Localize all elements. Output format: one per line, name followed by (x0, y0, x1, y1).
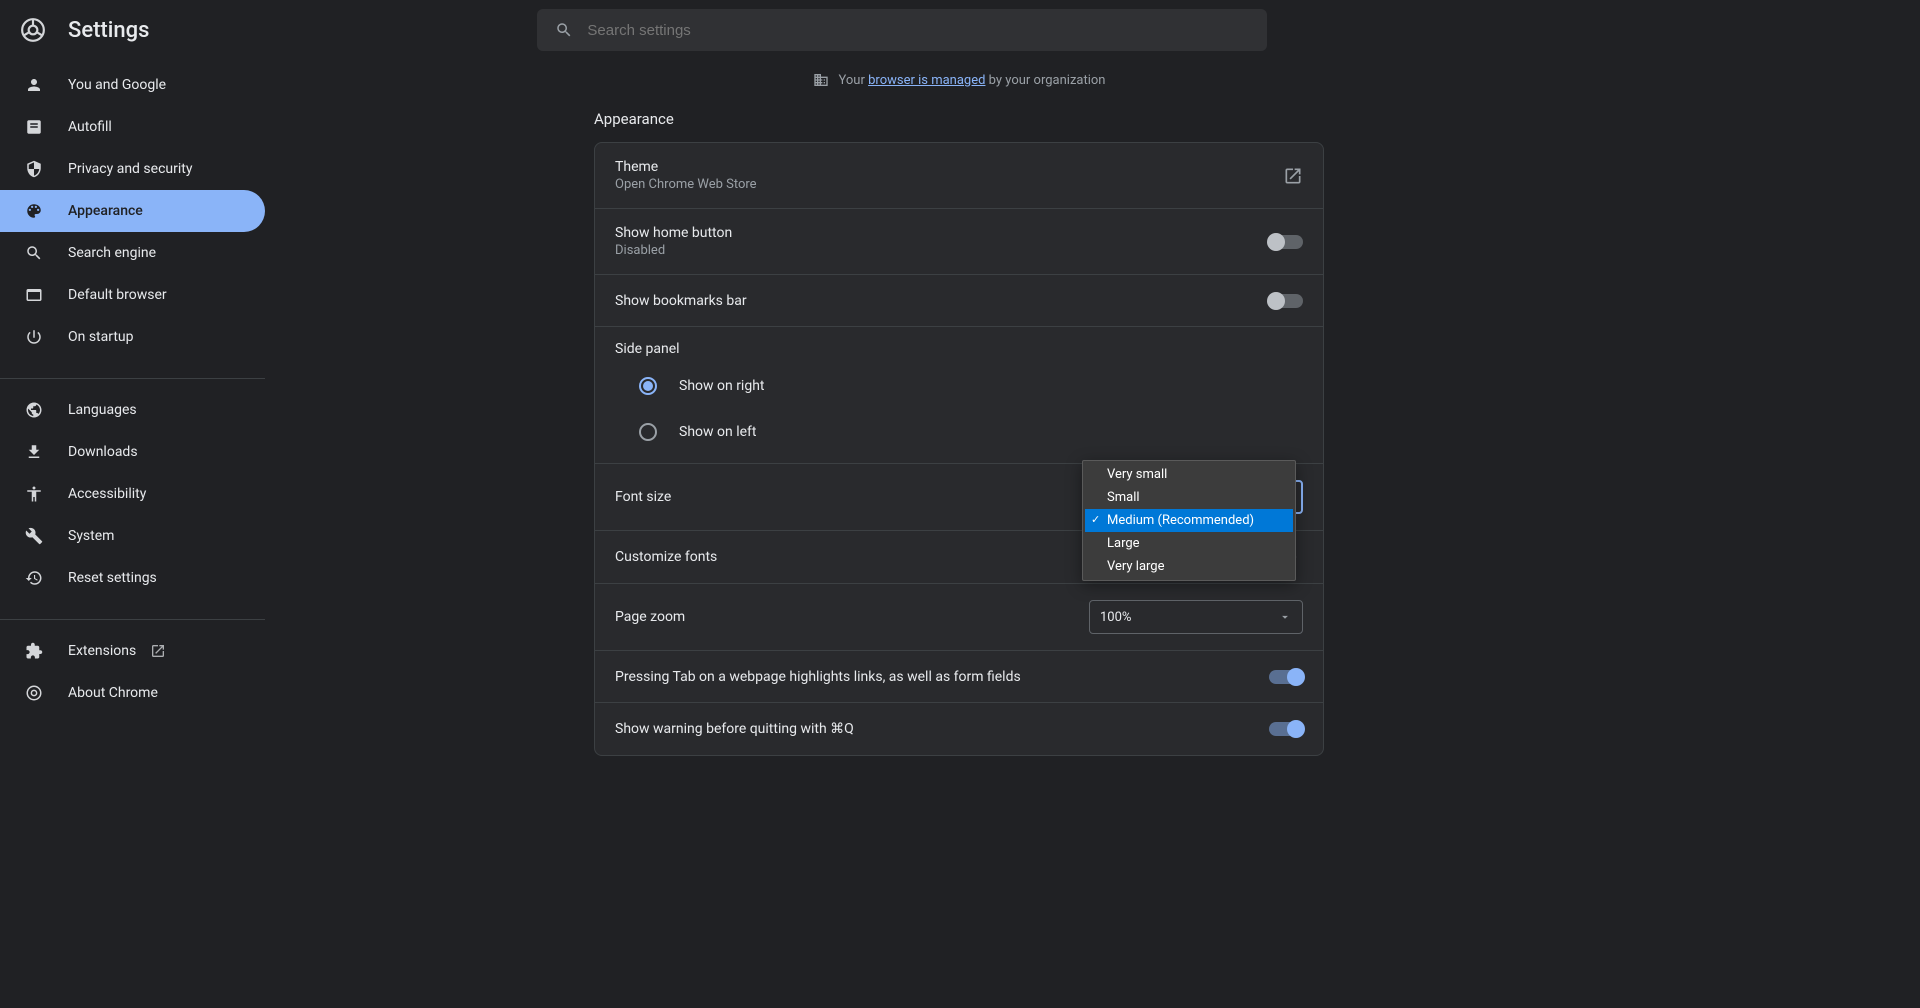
quit-warning-toggle[interactable] (1269, 722, 1303, 736)
sidebar-item-label: Appearance (68, 203, 143, 219)
chevron-down-icon (1278, 610, 1292, 624)
shield-icon (24, 159, 44, 179)
sidebar-item-on-startup[interactable]: On startup (0, 316, 265, 358)
row-title: Page zoom (615, 609, 685, 625)
wrench-icon (24, 526, 44, 546)
sidebar-item-label: You and Google (68, 77, 166, 93)
managed-banner: Your browser is managed by your organiza… (594, 60, 1324, 100)
row-title: Show home button (615, 225, 732, 241)
page-title: Settings (68, 18, 149, 43)
sidebar-item-downloads[interactable]: Downloads (0, 431, 265, 473)
sidebar-item-label: System (68, 528, 114, 544)
download-icon (24, 442, 44, 462)
dropdown-option[interactable]: Medium (Recommended) (1085, 509, 1293, 532)
dropdown-option[interactable]: Very large (1085, 555, 1293, 578)
dropdown-option[interactable]: Small (1085, 486, 1293, 509)
sidebar-item-label: Default browser (68, 287, 167, 303)
sidebar: You and Google Autofill Privacy and secu… (0, 60, 265, 724)
extension-icon (24, 641, 44, 661)
page-zoom-row: Page zoom 100% (595, 584, 1323, 651)
person-icon (24, 75, 44, 95)
dropdown-option[interactable]: Large (1085, 532, 1293, 555)
sidebar-item-label: Reset settings (68, 570, 157, 586)
radio-label: Show on right (679, 378, 765, 394)
sidebar-item-search-engine[interactable]: Search engine (0, 232, 265, 274)
globe-icon (24, 400, 44, 420)
row-title: Pressing Tab on a webpage highlights lin… (615, 669, 1021, 685)
home-button-row: Show home button Disabled (595, 209, 1323, 275)
radio-show-right[interactable]: Show on right (615, 363, 1303, 409)
restore-icon (24, 568, 44, 588)
sidebar-item-privacy[interactable]: Privacy and security (0, 148, 265, 190)
bookmarks-toggle[interactable] (1269, 294, 1303, 308)
theme-row[interactable]: Theme Open Chrome Web Store (595, 143, 1323, 209)
search-input[interactable] (587, 22, 1249, 39)
search-icon (24, 243, 44, 263)
sidebar-item-label: On startup (68, 329, 134, 345)
sidebar-item-label: Downloads (68, 444, 138, 460)
managed-link[interactable]: browser is managed (868, 73, 985, 88)
row-title: Theme (615, 159, 757, 175)
chrome-icon (20, 17, 46, 43)
search-icon (555, 21, 573, 39)
section-title: Appearance (594, 110, 1324, 128)
sidebar-item-about[interactable]: About Chrome (0, 672, 265, 714)
sidebar-item-extensions[interactable]: Extensions (0, 630, 265, 672)
divider (0, 619, 265, 620)
open-icon (1283, 166, 1303, 186)
sidebar-item-default-browser[interactable]: Default browser (0, 274, 265, 316)
sidebar-item-label: About Chrome (68, 685, 158, 701)
sidebar-item-autofill[interactable]: Autofill (0, 106, 265, 148)
radio-label: Show on left (679, 424, 756, 440)
radio-icon (639, 377, 657, 395)
page-zoom-select[interactable]: 100% (1089, 600, 1303, 634)
row-title: Show warning before quitting with ⌘Q (615, 721, 854, 737)
home-toggle[interactable] (1269, 235, 1303, 249)
main-content: Your browser is managed by your organiza… (594, 60, 1324, 756)
sidebar-item-languages[interactable]: Languages (0, 389, 265, 431)
banner-text: Your browser is managed by your organiza… (839, 73, 1106, 88)
browser-icon (24, 285, 44, 305)
bookmarks-row: Show bookmarks bar (595, 275, 1323, 327)
sidebar-item-accessibility[interactable]: Accessibility (0, 473, 265, 515)
accessibility-icon (24, 484, 44, 504)
palette-icon (24, 201, 44, 221)
sidebar-item-appearance[interactable]: Appearance (0, 190, 265, 232)
external-link-icon (150, 643, 166, 659)
chrome-small-icon (24, 683, 44, 703)
tab-highlight-row: Pressing Tab on a webpage highlights lin… (595, 651, 1323, 703)
sidebar-item-label: Accessibility (68, 486, 146, 502)
power-icon (24, 327, 44, 347)
building-icon (813, 72, 829, 88)
sidebar-item-label: Search engine (68, 245, 156, 261)
header: Settings (0, 0, 1920, 60)
radio-icon (639, 423, 657, 441)
sidebar-item-label: Autofill (68, 119, 112, 135)
quit-warning-row: Show warning before quitting with ⌘Q (595, 703, 1323, 755)
sidebar-item-label: Extensions (68, 643, 136, 659)
autofill-icon (24, 117, 44, 137)
sidebar-item-label: Privacy and security (68, 161, 192, 177)
sidebar-item-label: Languages (68, 402, 137, 418)
dropdown-option[interactable]: Very small (1085, 463, 1293, 486)
row-subtitle: Disabled (615, 243, 732, 258)
settings-card: Theme Open Chrome Web Store Show home bu… (594, 142, 1324, 756)
sidebar-item-system[interactable]: System (0, 515, 265, 557)
divider (0, 378, 265, 379)
tab-highlight-toggle[interactable] (1269, 670, 1303, 684)
side-panel-group: Show on right Show on left (595, 363, 1323, 464)
row-title: Customize fonts (615, 549, 717, 565)
row-title: Font size (615, 489, 671, 505)
side-panel-title: Side panel (595, 327, 1323, 363)
sidebar-item-reset[interactable]: Reset settings (0, 557, 265, 599)
row-title: Show bookmarks bar (615, 293, 747, 309)
font-size-dropdown: Very small Small Medium (Recommended) La… (1082, 460, 1296, 581)
sidebar-item-you-and-google[interactable]: You and Google (0, 64, 265, 106)
search-box[interactable] (537, 9, 1267, 51)
row-subtitle: Open Chrome Web Store (615, 177, 757, 192)
radio-show-left[interactable]: Show on left (615, 409, 1303, 455)
